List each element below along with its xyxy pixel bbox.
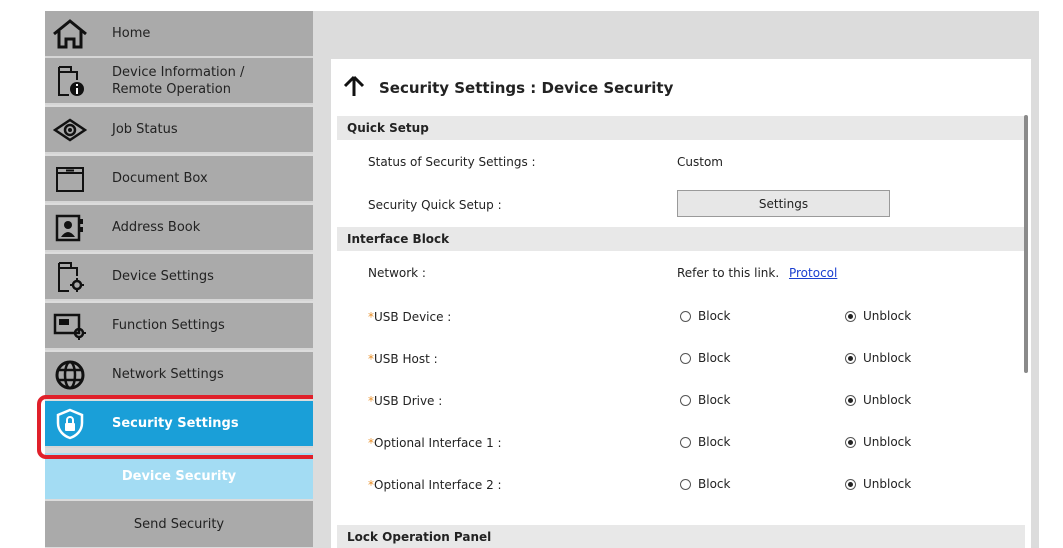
section-lock-operation-panel: Lock Operation Panel bbox=[337, 525, 1025, 548]
sidebar-item-label: Device Settings bbox=[112, 269, 214, 284]
section-title: Quick Setup bbox=[347, 121, 429, 135]
eye-icon bbox=[50, 107, 90, 152]
page-title-text: Security Settings : Device Security bbox=[379, 79, 674, 97]
usb-host-unblock-radio[interactable]: Unblock bbox=[845, 351, 911, 365]
sidebar-item-function-settings[interactable]: Function Settings bbox=[45, 303, 313, 350]
sidebar-item-label: Job Status bbox=[112, 122, 178, 137]
page-title: Security Settings : Device Security bbox=[343, 73, 673, 103]
function-settings-icon bbox=[50, 303, 90, 348]
section-interface-block: Interface Block bbox=[337, 227, 1025, 251]
home-icon bbox=[50, 11, 90, 56]
status-value: Custom bbox=[677, 155, 723, 169]
section-quick-setup: Quick Setup bbox=[337, 116, 1025, 140]
sidebar-subitem-device-security[interactable]: Device Security bbox=[45, 453, 313, 499]
optional-interface-1-block-radio[interactable]: Block bbox=[680, 435, 730, 449]
section-title: Lock Operation Panel bbox=[347, 530, 492, 544]
highlight-frame bbox=[37, 395, 326, 459]
status-label: Status of Security Settings : bbox=[368, 155, 536, 169]
section-title: Interface Block bbox=[347, 232, 450, 246]
sidebar-item-home[interactable]: Home bbox=[45, 11, 313, 58]
network-label: Network : bbox=[368, 266, 426, 280]
optional-interface-2-block-radio[interactable]: Block bbox=[680, 477, 730, 491]
usb-device-unblock-radio[interactable]: Unblock bbox=[845, 309, 911, 323]
sidebar-subitem-label: Send Security bbox=[133, 516, 225, 532]
globe-icon bbox=[50, 352, 90, 397]
quick-setup-label: Security Quick Setup : bbox=[368, 198, 502, 212]
sidebar-item-label: Device Information / Remote Operation bbox=[112, 64, 245, 97]
sidebar: Home Device Information / Remote Operati… bbox=[45, 11, 313, 548]
sidebar-item-device-settings[interactable]: Device Settings bbox=[45, 254, 313, 301]
sidebar-item-job-status[interactable]: Job Status bbox=[45, 107, 313, 154]
device-settings-icon bbox=[50, 254, 90, 299]
usb-device-block-radio[interactable]: Block bbox=[680, 309, 730, 323]
network-text: Refer to this link. bbox=[677, 266, 780, 280]
sidebar-subitem-label: Device Security bbox=[121, 468, 237, 484]
sidebar-item-label: Home bbox=[112, 26, 151, 41]
address-book-icon bbox=[50, 205, 90, 250]
usb-drive-label: *USB Drive : bbox=[368, 394, 443, 408]
sidebar-item-label: Function Settings bbox=[112, 318, 225, 333]
sidebar-item-label: Address Book bbox=[112, 220, 201, 235]
folder-icon bbox=[50, 156, 90, 201]
sidebar-subitem-send-security[interactable]: Send Security bbox=[45, 501, 313, 547]
usb-host-label: *USB Host : bbox=[368, 352, 438, 366]
optional-interface-2-label: *Optional Interface 2 : bbox=[368, 478, 502, 492]
usb-drive-block-radio[interactable]: Block bbox=[680, 393, 730, 407]
settings-button[interactable]: Settings bbox=[677, 190, 890, 217]
protocol-link[interactable]: Protocol bbox=[789, 266, 837, 280]
sidebar-item-device-information[interactable]: Device Information / Remote Operation bbox=[45, 58, 313, 105]
optional-interface-1-label: *Optional Interface 1 : bbox=[368, 436, 502, 450]
sidebar-item-label: Document Box bbox=[112, 171, 208, 186]
network-info: Refer to this link. Protocol bbox=[677, 266, 837, 280]
settings-panel: Security Settings : Device Security Quic… bbox=[331, 59, 1031, 548]
scrollbar[interactable] bbox=[1024, 115, 1028, 373]
sidebar-item-label: Network Settings bbox=[112, 367, 224, 382]
usb-device-label: *USB Device : bbox=[368, 310, 452, 324]
usb-host-block-radio[interactable]: Block bbox=[680, 351, 730, 365]
optional-interface-2-unblock-radio[interactable]: Unblock bbox=[845, 477, 911, 491]
usb-drive-unblock-radio[interactable]: Unblock bbox=[845, 393, 911, 407]
sidebar-item-document-box[interactable]: Document Box bbox=[45, 156, 313, 203]
optional-interface-1-unblock-radio[interactable]: Unblock bbox=[845, 435, 911, 449]
sidebar-item-address-book[interactable]: Address Book bbox=[45, 205, 313, 252]
sidebar-item-network-settings[interactable]: Network Settings bbox=[45, 352, 313, 399]
device-info-icon bbox=[50, 58, 90, 103]
up-arrow-icon[interactable] bbox=[343, 75, 365, 101]
